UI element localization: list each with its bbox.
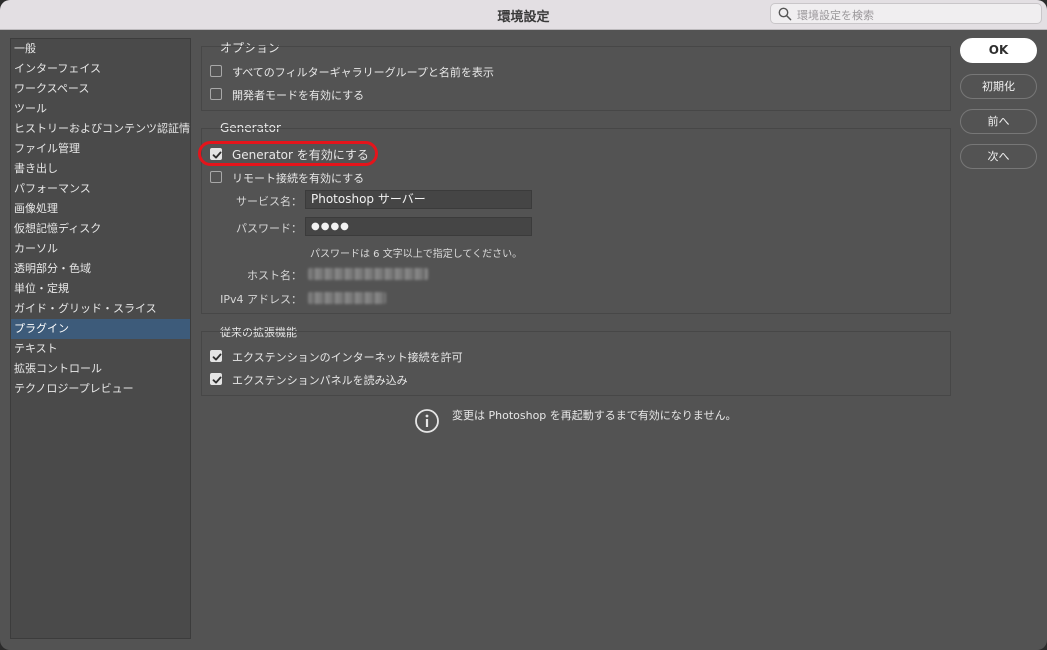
checkbox-label: エクステンションのインターネット接続を許可 — [232, 351, 463, 364]
previous-button[interactable]: 前へ — [960, 109, 1037, 134]
sidebar-item-units[interactable]: 単位・定規 — [11, 279, 190, 299]
password-label: パスワード： — [236, 222, 302, 235]
ok-button[interactable]: OK — [960, 38, 1037, 63]
sidebar-item-file-handling[interactable]: ファイル管理 — [11, 139, 190, 159]
developer-mode-checkbox[interactable]: 開発者モードを有効にする — [210, 86, 510, 104]
search-placeholder: 環境設定を検索 — [797, 9, 874, 22]
title-bar: 環境設定 環境設定を検索 — [0, 0, 1047, 30]
restart-notice: 変更は Photoshop を再起動するまで有効になりません。 — [452, 409, 737, 422]
load-extension-panels-checkbox[interactable]: エクステンションパネルを読み込み — [210, 371, 510, 389]
sidebar-item-transparency[interactable]: 透明部分・色域 — [11, 259, 190, 279]
sidebar-item-workspace[interactable]: ワークスペース — [11, 79, 190, 99]
enable-remote-checkbox[interactable]: リモート接続を有効にする — [210, 169, 410, 187]
checkbox-box[interactable] — [210, 171, 222, 183]
checkmark-icon — [212, 376, 222, 384]
checkbox-label: 開発者モードを有効にする — [232, 89, 365, 102]
checkbox-box[interactable] — [210, 88, 222, 100]
search-icon — [778, 7, 792, 21]
sidebar-item-scratch-disks[interactable]: 仮想記憶ディスク — [11, 219, 190, 239]
service-name-field[interactable]: Photoshop サーバー — [305, 190, 532, 209]
next-button[interactable]: 次へ — [960, 144, 1037, 169]
sidebar-item-interface[interactable]: インターフェイス — [11, 59, 190, 79]
checkbox-label: リモート接続を有効にする — [232, 172, 365, 185]
sidebar-item-history[interactable]: ヒストリーおよびコンテンツ認証情報 — [11, 119, 190, 139]
allow-extension-internet-checkbox[interactable]: エクステンションのインターネット接続を許可 — [210, 348, 510, 366]
password-hint: パスワードは 6 文字以上で指定してください。 — [310, 249, 523, 260]
checkbox-box[interactable] — [210, 373, 222, 385]
checkbox-box[interactable] — [210, 65, 222, 77]
sidebar-item-general[interactable]: 一般 — [11, 39, 190, 59]
info-icon — [415, 409, 439, 433]
host-name-label: ホスト名： — [247, 269, 302, 282]
sidebar-item-plugins[interactable]: プラグイン — [11, 319, 190, 339]
service-name-label: サービス名： — [236, 195, 302, 208]
sidebar-item-technology-previews[interactable]: テクノロジープレビュー — [11, 379, 190, 399]
password-field[interactable]: ●●●● — [305, 217, 532, 236]
sidebar-item-cursors[interactable]: カーソル — [11, 239, 190, 259]
ipv4-label: IPv4 アドレス： — [220, 293, 302, 306]
category-sidebar: 一般 インターフェイス ワークスペース ツール ヒストリーおよびコンテンツ認証情… — [10, 38, 191, 639]
show-all-filter-gallery-checkbox[interactable]: すべてのフィルターギャラリーグループと名前を表示 — [210, 63, 610, 81]
sidebar-item-guides[interactable]: ガイド・グリッド・スライス — [11, 299, 190, 319]
reset-button[interactable]: 初期化 — [960, 74, 1037, 99]
red-annotation-circle — [198, 141, 378, 166]
checkbox-label: エクステンションパネルを読み込み — [232, 374, 408, 387]
ipv4-value-redacted — [308, 292, 386, 304]
sidebar-item-enhanced-controls[interactable]: 拡張コントロール — [11, 359, 190, 379]
sidebar-item-export[interactable]: 書き出し — [11, 159, 190, 179]
sidebar-item-performance[interactable]: パフォーマンス — [11, 179, 190, 199]
search-input[interactable]: 環境設定を検索 — [770, 3, 1042, 24]
preferences-window: 環境設定 環境設定を検索 一般 インターフェイス ワークスペース ツール ヒスト… — [0, 0, 1047, 650]
sidebar-item-image-processing[interactable]: 画像処理 — [11, 199, 190, 219]
host-name-value-redacted — [308, 268, 428, 280]
checkbox-box[interactable] — [210, 350, 222, 362]
checkmark-icon — [212, 353, 222, 361]
sidebar-item-type[interactable]: テキスト — [11, 339, 190, 359]
checkbox-label: すべてのフィルターギャラリーグループと名前を表示 — [232, 66, 494, 79]
sidebar-item-tools[interactable]: ツール — [11, 99, 190, 119]
